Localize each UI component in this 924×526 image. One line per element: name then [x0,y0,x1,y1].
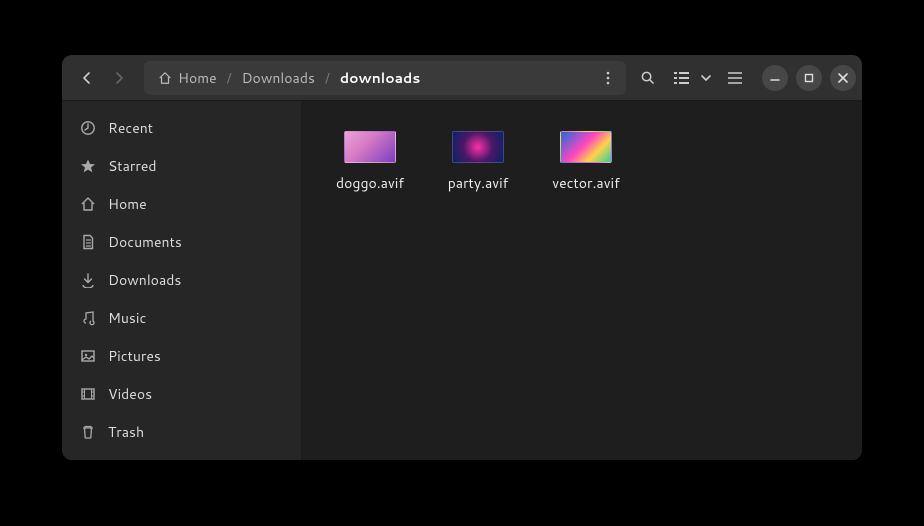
nav-buttons [68,63,138,93]
breadcrumb-label: Home [178,68,217,88]
chevron-left-icon [81,72,93,84]
sidebar-item-starred[interactable]: Starred [62,147,301,185]
list-icon [674,71,689,84]
file-thumbnail [452,131,504,163]
hamburger-menu-button[interactable] [720,63,750,93]
sidebar: Recent Starred Home Documents Downloads … [62,101,302,460]
close-icon [838,73,848,83]
file-name: doggo.avif [336,173,404,193]
breadcrumb-current[interactable]: downloads [336,64,424,92]
file-name: party.avif [448,173,509,193]
file-manager-window: Home / Downloads / downloads [62,55,862,460]
chevron-right-icon [113,72,125,84]
document-icon [80,234,96,250]
clock-icon [80,120,96,136]
breadcrumb-home[interactable]: Home [154,64,221,92]
close-button[interactable] [830,65,856,91]
file-item[interactable]: doggo.avif [320,125,420,199]
window-body: Recent Starred Home Documents Downloads … [62,101,862,460]
file-thumbnail [344,131,396,163]
file-grid[interactable]: doggo.avif party.avif vector.avif [302,101,862,460]
sidebar-item-downloads[interactable]: Downloads [62,261,301,299]
sidebar-item-label: Home [108,194,147,214]
home-icon [158,71,172,85]
star-icon [80,158,96,174]
maximize-icon [804,73,814,83]
sidebar-item-label: Documents [108,232,182,252]
sidebar-item-label: Downloads [108,270,181,290]
path-menu-button[interactable] [594,64,622,92]
home-icon [80,196,96,212]
breadcrumb-separator: / [227,68,232,88]
sidebar-item-pictures[interactable]: Pictures [62,337,301,375]
hamburger-icon [728,72,742,84]
kebab-icon [602,71,614,85]
sidebar-item-videos[interactable]: Videos [62,375,301,413]
sidebar-item-label: Pictures [108,346,161,366]
sidebar-item-label: Videos [108,384,152,404]
trash-icon [80,424,96,440]
file-name: vector.avif [552,173,619,193]
sidebar-item-label: Trash [108,422,144,442]
chevron-down-icon [701,74,711,82]
view-list-button[interactable] [666,63,696,93]
forward-button[interactable] [104,63,134,93]
back-button[interactable] [72,63,102,93]
download-icon [80,272,96,288]
titlebar: Home / Downloads / downloads [62,55,862,101]
minimize-icon [770,73,780,83]
video-icon [80,386,96,402]
breadcrumb-separator: / [325,68,330,88]
sidebar-item-documents[interactable]: Documents [62,223,301,261]
sidebar-item-trash[interactable]: Trash [62,413,301,451]
sidebar-item-recent[interactable]: Recent [62,109,301,147]
sidebar-item-label: Recent [108,118,153,138]
file-thumbnail [560,131,612,163]
sidebar-item-music[interactable]: Music [62,299,301,337]
sidebar-item-home[interactable]: Home [62,185,301,223]
picture-icon [80,348,96,364]
breadcrumb-label: downloads [340,68,420,88]
path-bar[interactable]: Home / Downloads / downloads [144,61,626,95]
window-controls [762,65,856,91]
search-icon [640,70,655,85]
sidebar-item-label: Music [108,308,146,328]
breadcrumb-label: Downloads [242,68,315,88]
maximize-button[interactable] [796,65,822,91]
file-item[interactable]: party.avif [428,125,528,199]
sidebar-item-label: Starred [108,156,157,176]
file-item[interactable]: vector.avif [536,125,636,199]
titlebar-right [632,63,856,93]
view-dropdown-button[interactable] [696,63,716,93]
breadcrumb-downloads[interactable]: Downloads [238,64,319,92]
minimize-button[interactable] [762,65,788,91]
search-button[interactable] [632,63,662,93]
music-icon [80,310,96,326]
